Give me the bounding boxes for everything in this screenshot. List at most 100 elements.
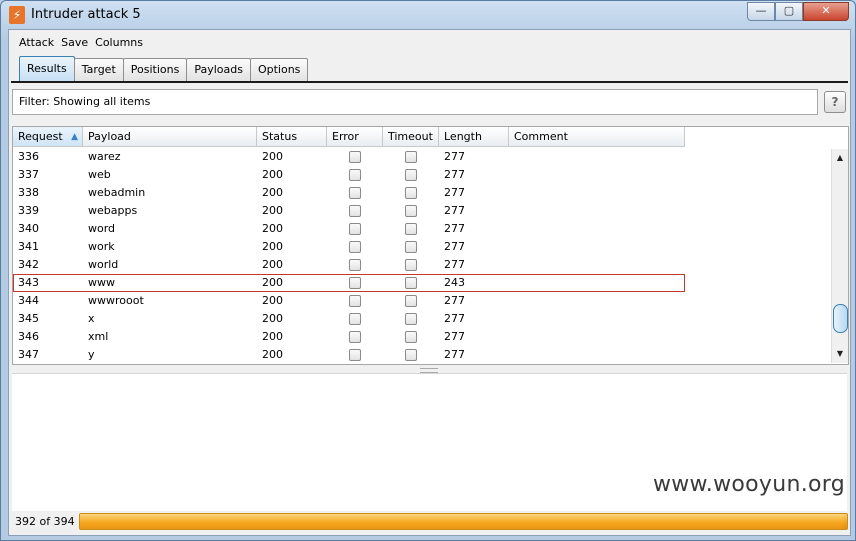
cell-error-checkbox[interactable] (327, 238, 383, 256)
cell-timeout-checkbox[interactable] (383, 202, 439, 220)
results-table: Request ▲ Payload Status Error Timeout Le… (12, 126, 849, 365)
timeout-checkbox[interactable] (405, 349, 417, 361)
maximize-button[interactable]: ▢ (775, 2, 803, 21)
error-checkbox[interactable] (349, 331, 361, 343)
error-checkbox[interactable] (349, 313, 361, 325)
cell-timeout-checkbox[interactable] (383, 166, 439, 184)
cell-payload: xml (88, 330, 109, 343)
error-checkbox[interactable] (349, 277, 361, 289)
timeout-checkbox[interactable] (405, 241, 417, 253)
table-body: 336 warez 200 277 337 web 200 277 338 webadmin 200… (13, 148, 685, 364)
cell-error-checkbox[interactable] (327, 184, 383, 202)
menu-save[interactable]: Save (61, 36, 88, 49)
cell-status: 200 (262, 168, 283, 181)
cell-status: 200 (262, 330, 283, 343)
table-row[interactable]: 345 x 200 277 (13, 310, 685, 328)
table-row[interactable]: 336 warez 200 277 (13, 148, 685, 166)
column-header-timeout[interactable]: Timeout (383, 127, 439, 147)
cell-comment (509, 184, 685, 202)
cell-length: 277 (444, 348, 465, 361)
table-row[interactable]: 338 webadmin 200 277 (13, 184, 685, 202)
column-header-status[interactable]: Status (257, 127, 327, 147)
table-row[interactable]: 347 y 200 277 (13, 346, 685, 364)
error-checkbox[interactable] (349, 151, 361, 163)
column-header-request[interactable]: Request ▲ (13, 127, 83, 147)
timeout-checkbox[interactable] (405, 205, 417, 217)
menu-attack[interactable]: Attack (19, 36, 54, 49)
tab-payloads[interactable]: Payloads (186, 58, 251, 81)
cell-error-checkbox[interactable] (327, 256, 383, 274)
error-checkbox[interactable] (349, 259, 361, 271)
cell-error-checkbox[interactable] (327, 220, 383, 238)
timeout-checkbox[interactable] (405, 151, 417, 163)
column-header-payload[interactable]: Payload (83, 127, 257, 147)
timeout-checkbox[interactable] (405, 259, 417, 271)
cell-timeout-checkbox[interactable] (383, 184, 439, 202)
cell-comment (509, 238, 685, 256)
table-row[interactable]: 344 wwwrooot 200 277 (13, 292, 685, 310)
cell-timeout-checkbox[interactable] (383, 238, 439, 256)
cell-error-checkbox[interactable] (327, 328, 383, 346)
scroll-down-arrow-icon[interactable]: ▼ (832, 347, 848, 361)
tab-positions[interactable]: Positions (122, 58, 188, 81)
column-header-error[interactable]: Error (327, 127, 383, 147)
error-checkbox[interactable] (349, 349, 361, 361)
cell-comment (509, 328, 685, 346)
timeout-checkbox[interactable] (405, 187, 417, 199)
error-checkbox[interactable] (349, 169, 361, 181)
cell-length: 277 (444, 150, 465, 163)
timeout-checkbox[interactable] (405, 313, 417, 325)
minimize-button[interactable]: — (747, 2, 775, 21)
table-row[interactable]: 340 word 200 277 (13, 220, 685, 238)
cell-timeout-checkbox[interactable] (383, 328, 439, 346)
timeout-checkbox[interactable] (405, 295, 417, 307)
column-header-comment[interactable]: Comment (509, 127, 685, 147)
scroll-up-arrow-icon[interactable]: ▲ (832, 151, 848, 165)
column-header-length[interactable]: Length (439, 127, 509, 147)
cell-request: 342 (18, 258, 39, 271)
cell-timeout-checkbox[interactable] (383, 292, 439, 310)
timeout-checkbox[interactable] (405, 169, 417, 181)
table-row[interactable]: 343 www 200 243 (13, 274, 685, 292)
tab-options[interactable]: Options (249, 58, 309, 81)
cell-error-checkbox[interactable] (327, 346, 383, 364)
tab-results[interactable]: Results (19, 56, 75, 81)
title-bar[interactable]: ⚡ Intruder attack 5 — ▢ ✕ (1, 1, 855, 29)
cell-timeout-checkbox[interactable] (383, 274, 439, 292)
cell-length: 277 (444, 186, 465, 199)
table-row[interactable]: 341 work 200 277 (13, 238, 685, 256)
cell-error-checkbox[interactable] (327, 310, 383, 328)
cell-request: 336 (18, 150, 39, 163)
error-checkbox[interactable] (349, 187, 361, 199)
cell-error-checkbox[interactable] (327, 292, 383, 310)
error-checkbox[interactable] (349, 205, 361, 217)
cell-timeout-checkbox[interactable] (383, 220, 439, 238)
tab-strip: Results Target Positions Payloads Option… (19, 56, 309, 81)
error-checkbox[interactable] (349, 241, 361, 253)
tab-target[interactable]: Target (73, 58, 124, 81)
cell-error-checkbox[interactable] (327, 166, 383, 184)
vertical-scrollbar[interactable]: ▲ ▼ (831, 149, 848, 363)
cell-error-checkbox[interactable] (327, 274, 383, 292)
cell-timeout-checkbox[interactable] (383, 148, 439, 166)
filter-bar[interactable]: Filter: Showing all items (12, 89, 818, 115)
cell-error-checkbox[interactable] (327, 202, 383, 220)
menu-columns[interactable]: Columns (95, 36, 143, 49)
cell-timeout-checkbox[interactable] (383, 256, 439, 274)
table-row[interactable]: 346 xml 200 277 (13, 328, 685, 346)
table-row[interactable]: 342 world 200 277 (13, 256, 685, 274)
error-checkbox[interactable] (349, 295, 361, 307)
timeout-checkbox[interactable] (405, 223, 417, 235)
close-button[interactable]: ✕ (803, 2, 849, 21)
cell-error-checkbox[interactable] (327, 148, 383, 166)
cell-timeout-checkbox[interactable] (383, 346, 439, 364)
cell-timeout-checkbox[interactable] (383, 310, 439, 328)
scroll-thumb[interactable] (833, 304, 848, 333)
timeout-checkbox[interactable] (405, 331, 417, 343)
help-button[interactable]: ? (824, 91, 846, 113)
error-checkbox[interactable] (349, 223, 361, 235)
table-row[interactable]: 337 web 200 277 (13, 166, 685, 184)
timeout-checkbox[interactable] (405, 277, 417, 289)
cell-payload: webadmin (88, 186, 146, 199)
table-row[interactable]: 339 webapps 200 277 (13, 202, 685, 220)
